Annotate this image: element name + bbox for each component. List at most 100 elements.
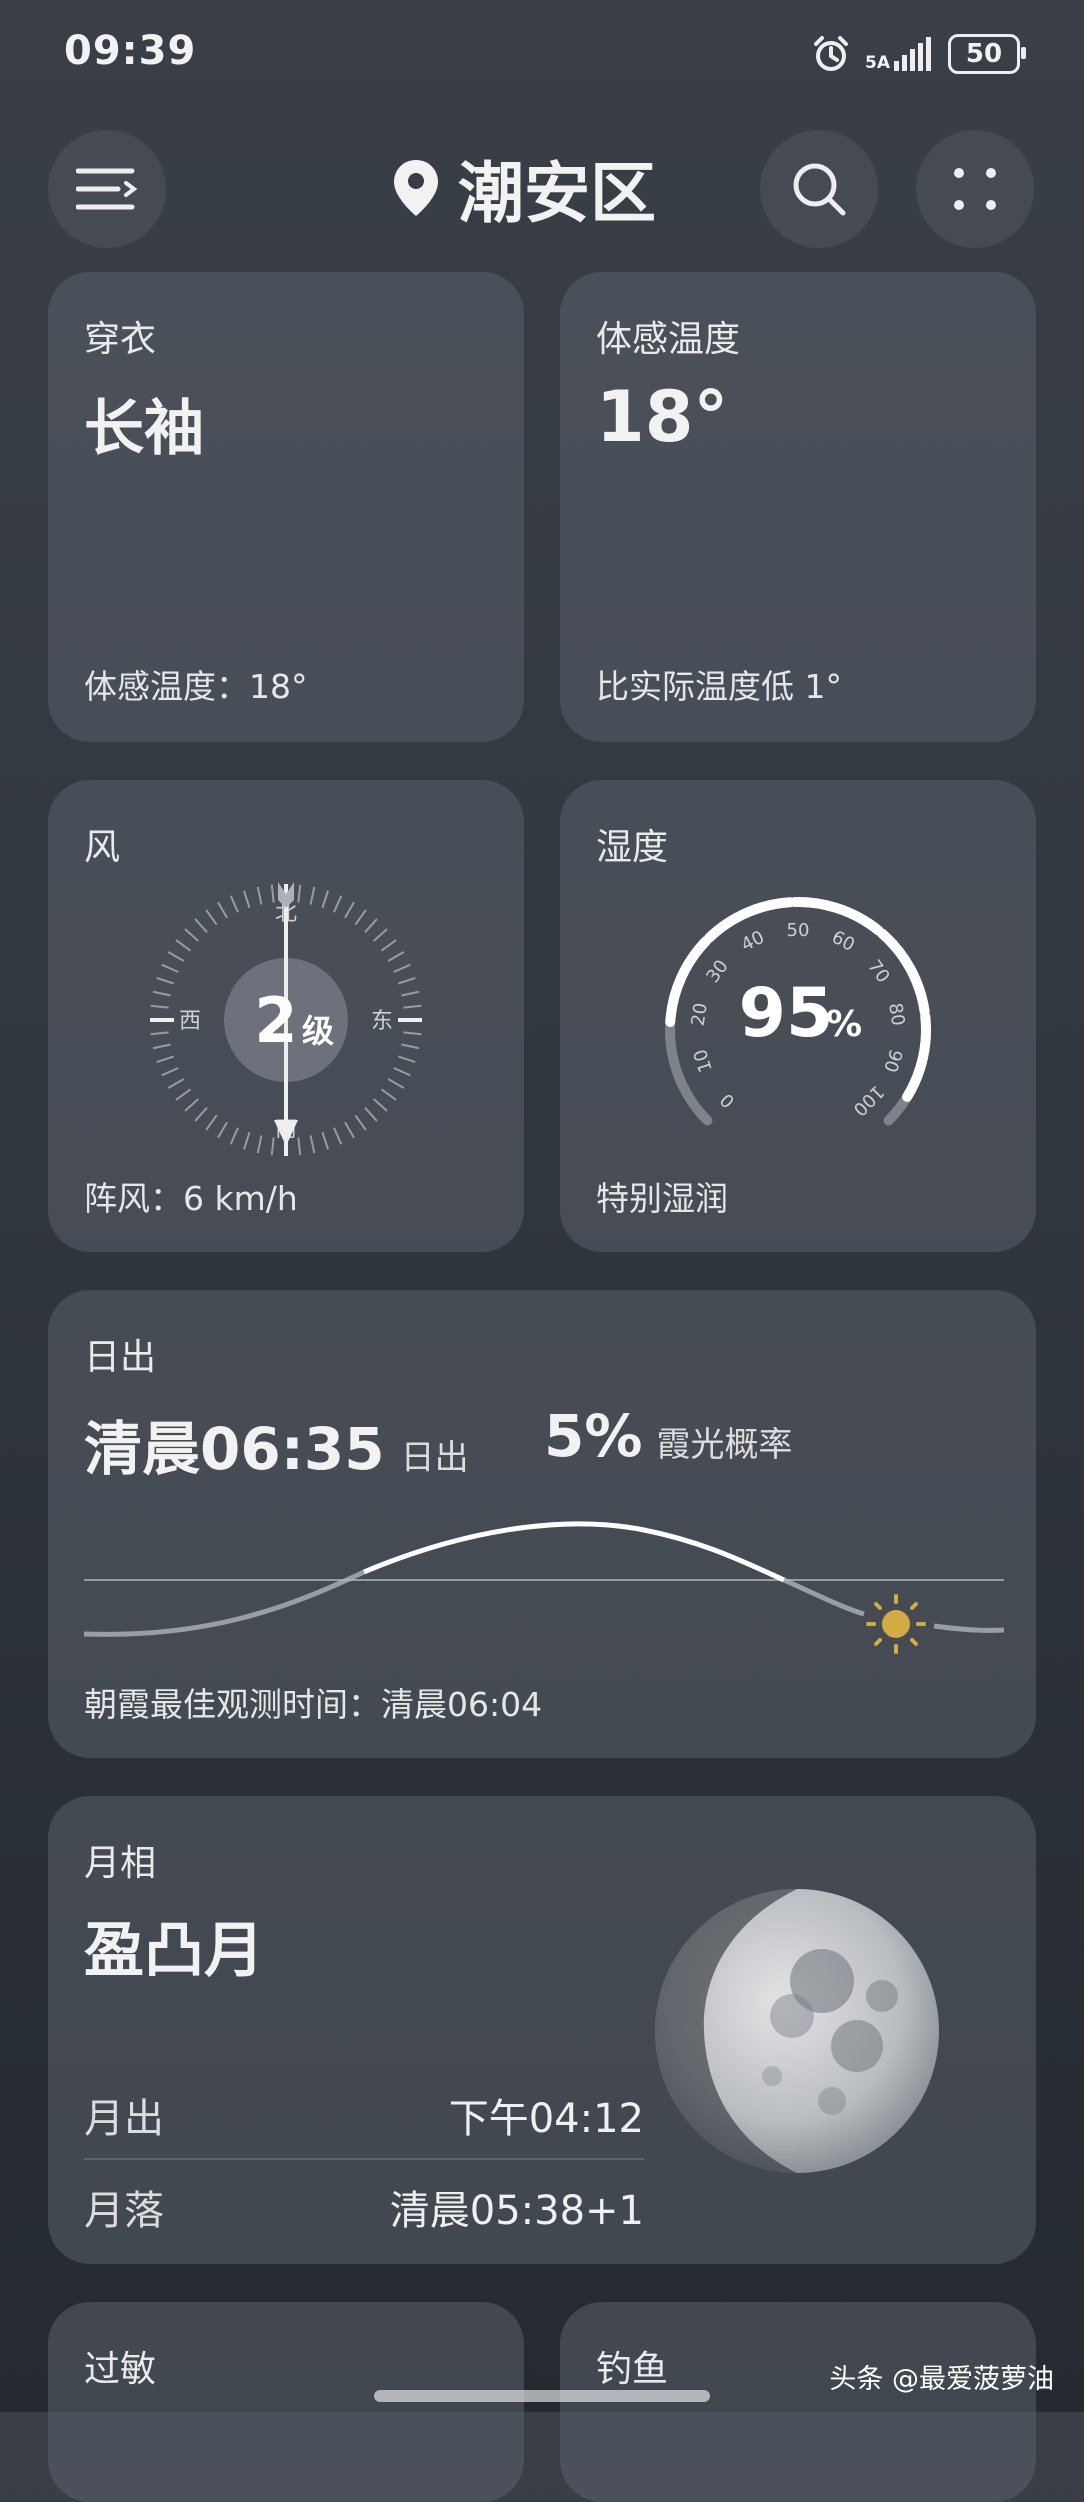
compass-tick <box>373 928 388 942</box>
moonrise-label: 月出 <box>84 2096 164 2142</box>
signal-icon: 5A <box>865 37 934 73</box>
compass-tick <box>297 884 302 903</box>
glow-label: 霞光概率 <box>656 1425 793 1465</box>
compass-tick <box>217 1121 228 1139</box>
menu-button[interactable] <box>48 130 166 248</box>
compass-tick <box>333 895 343 913</box>
compass-tick <box>403 1031 422 1036</box>
more-button[interactable] <box>916 130 1034 248</box>
allergy-label: 过敏 <box>84 2349 157 2390</box>
compass-tick <box>217 901 228 919</box>
moon-phase: 盈凸月 <box>84 1916 264 1986</box>
humidity-tick-label: 70 <box>863 956 893 987</box>
compass-tick <box>387 951 405 962</box>
battery-icon: 50 <box>948 34 1026 74</box>
compass-tick <box>309 1135 316 1154</box>
wind-label: 风 <box>84 827 121 868</box>
compass-tick <box>397 977 416 985</box>
wind-level-unit: 级 <box>302 1012 334 1050</box>
compass-tick <box>354 1114 367 1131</box>
humidity-tick-label: 40 <box>738 927 768 956</box>
humidity-tick-label: 90 <box>879 1047 906 1075</box>
compass-tick <box>161 1067 179 1077</box>
humidity-desc: 特别湿润 <box>596 1179 728 1218</box>
allergy-card[interactable]: 过敏 <box>48 2302 524 2502</box>
moonrise-value: 下午04:12 <box>448 2096 644 2142</box>
sunrise-card[interactable]: 日出 清晨06:35 日出 5% 霞光概率 朝霞最佳观测时间：清晨06:04 <box>48 1290 1036 1758</box>
sunrise-time: 清晨06:35 <box>84 1415 385 1483</box>
feels-like-card[interactable]: 体感温度 18° 比实际温度低 1° <box>560 272 1036 742</box>
compass-tick <box>333 1127 343 1145</box>
compass-tick <box>205 1114 218 1131</box>
compass-tick <box>321 1131 329 1150</box>
compass-tick <box>270 884 275 903</box>
compass-tick <box>243 1131 251 1150</box>
compass-tick <box>297 1137 302 1156</box>
compass-tick <box>364 918 378 933</box>
compass-tick <box>364 1107 378 1122</box>
wind-card[interactable]: 风 北 南 西 东 2 级 阵风：6 km/h <box>48 780 524 1252</box>
compass-tick <box>156 977 175 985</box>
clothing-footer: 体感温度：18° <box>84 667 308 706</box>
compass-west: 西 <box>179 1009 201 1034</box>
humidity-card[interactable]: 湿度 0 10 20 30 40 50 60 70 80 90 100 95 % 特别湿润 <box>560 780 1036 1252</box>
compass-tick <box>401 1043 420 1050</box>
compass-tick <box>150 1031 169 1036</box>
status-time: 09:39 <box>64 28 197 74</box>
humidity-tick-label: 30 <box>702 956 732 987</box>
compass-tick <box>403 1004 422 1009</box>
location-title[interactable]: 潮安区 <box>392 140 656 236</box>
grid-dots-icon <box>954 168 996 210</box>
sun-icon <box>866 1594 926 1654</box>
humidity-tick-label: 60 <box>828 927 858 956</box>
moon-card[interactable]: 月相 盈凸月 月出 下午04:12 月落 清晨05:38+1 <box>48 1796 1036 2264</box>
compass-tick <box>150 1004 169 1009</box>
compass-tick <box>393 963 411 973</box>
compass-tick <box>167 951 185 962</box>
clothing-card[interactable]: 穿衣 长袖 体感温度：18° <box>48 272 524 742</box>
fishing-card[interactable]: 钓鱼 <box>560 2302 1036 2502</box>
clothing-label: 穿衣 <box>84 319 157 360</box>
compass-east: 东 <box>371 1009 393 1034</box>
network-label: 5A <box>865 53 890 73</box>
compass-tick <box>184 1098 199 1112</box>
home-indicator[interactable] <box>374 2390 710 2402</box>
moonset-value: 清晨05:38+1 <box>389 2188 644 2234</box>
compass-tick <box>205 909 218 926</box>
sunrise-label: 日出 <box>84 1337 157 1378</box>
humidity-tick-label: 20 <box>688 1001 712 1027</box>
status-icons: 5A 50 <box>811 34 1026 74</box>
compass-tick <box>156 1055 175 1063</box>
sunrise-suffix: 日出 <box>400 1438 469 1478</box>
wind-level-number: 2 <box>254 984 297 1057</box>
best-glow-time: 朝霞最佳观测时间：清晨06:04 <box>84 1685 543 1724</box>
compass-tick <box>270 1137 275 1156</box>
wind-compass: 北 南 西 东 2 级 <box>150 882 422 1156</box>
compass-tick <box>344 1121 355 1139</box>
humidity-tick-label: 80 <box>884 1001 908 1027</box>
compass-tick <box>380 1088 397 1101</box>
humidity-value: 95 <box>739 974 834 1053</box>
humidity-tick-label: 10 <box>690 1047 717 1075</box>
compass-tick <box>152 1043 171 1050</box>
humidity-tick-label: 100 <box>849 1081 888 1120</box>
battery-level: 50 <box>965 39 1003 69</box>
compass-tick <box>256 886 263 905</box>
compass-tick <box>194 918 208 933</box>
watermark: 头条 @最爱菠萝油 <box>829 2364 1054 2395</box>
clothing-value: 长袖 <box>84 394 204 464</box>
compass-tick <box>229 895 239 913</box>
moon-image <box>655 1889 939 2173</box>
humidity-gauge: 0 10 20 3040 50 6070 80 90 100 95 % <box>665 897 931 1126</box>
compass-tick <box>194 1107 208 1122</box>
compass-tick <box>175 1088 192 1101</box>
humidity-tick-label: 50 <box>787 920 810 941</box>
city-name: 潮安区 <box>458 155 656 232</box>
location-pin-icon <box>394 160 438 216</box>
compass-tick <box>393 1067 411 1077</box>
compass-tick <box>229 1127 239 1145</box>
feels-like-footer: 比实际温度低 1° <box>596 667 842 706</box>
sun-path-night <box>84 1569 366 1637</box>
feels-like-label: 体感温度 <box>596 319 741 360</box>
search-button[interactable] <box>760 130 878 248</box>
